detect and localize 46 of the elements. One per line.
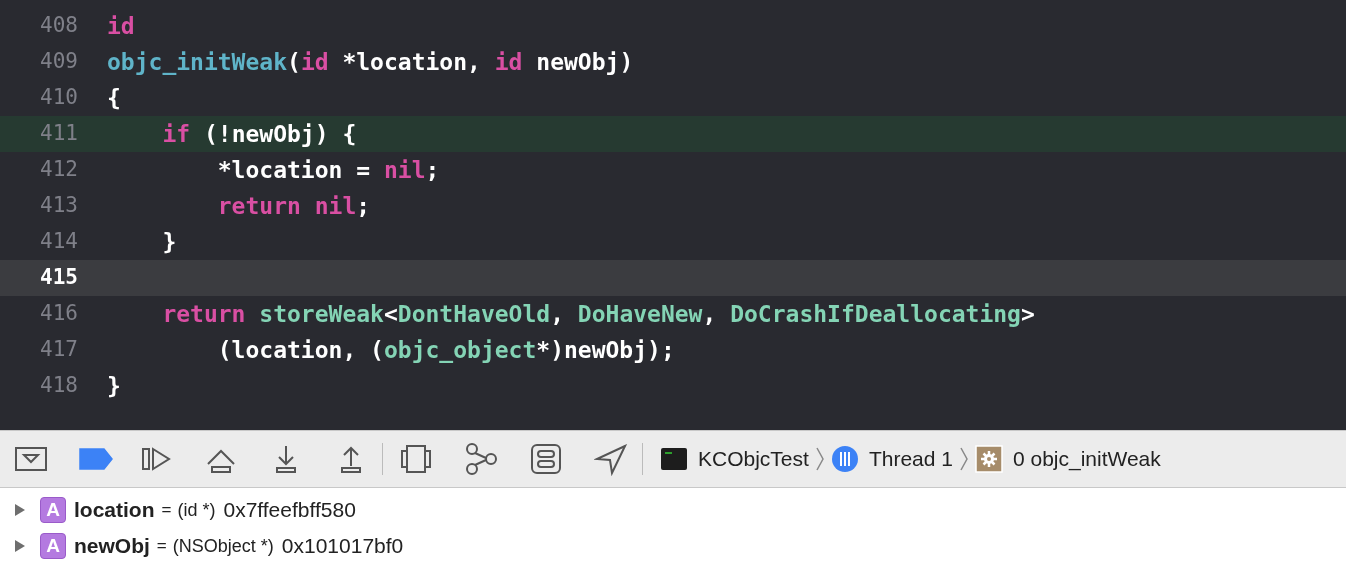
line-number: 413 bbox=[39, 192, 78, 220]
line-number: 411 bbox=[39, 120, 78, 148]
variable-value: 0x7ffeefbff580 bbox=[223, 497, 356, 524]
line-number: 412 bbox=[39, 156, 78, 184]
breadcrumb-item[interactable]: KCObjcTest bbox=[698, 443, 809, 475]
memory-graph-icon[interactable] bbox=[464, 442, 498, 476]
line-number: 408 bbox=[39, 12, 78, 40]
code-text: objc_initWeak(id *location, id newObj) bbox=[107, 47, 634, 77]
thread-icon bbox=[830, 445, 859, 473]
environment-icon[interactable] bbox=[529, 442, 563, 476]
code-text: } bbox=[161, 227, 177, 257]
variable-name: newObj bbox=[74, 533, 150, 560]
chevron-icon bbox=[814, 447, 825, 471]
line-number: 410 bbox=[39, 84, 78, 112]
disclosure-triangle-icon[interactable] bbox=[14, 503, 26, 517]
variable-kind-badge: A bbox=[40, 533, 66, 559]
code-text: { bbox=[107, 83, 121, 113]
variable-value: 0x101017bf0 bbox=[281, 533, 404, 560]
line-number: 417 bbox=[39, 336, 78, 364]
variable-kind-badge: A bbox=[40, 497, 66, 523]
code-text: if (!newObj) { bbox=[161, 119, 357, 149]
breadcrumb-item[interactable]: 0 objc_initWeak bbox=[1012, 443, 1161, 475]
line-number: 416 bbox=[39, 300, 78, 328]
equals-sign: = bbox=[161, 499, 172, 522]
variable-type: (id *) bbox=[177, 498, 216, 522]
gear-icon bbox=[974, 445, 1003, 473]
terminal-icon bbox=[660, 445, 688, 473]
code-text: *location = nil; bbox=[216, 155, 440, 185]
equals-sign: = bbox=[156, 535, 167, 558]
chevron-icon bbox=[958, 447, 969, 471]
line-number: 414 bbox=[39, 228, 78, 256]
line-number: 418 bbox=[39, 372, 78, 400]
code-text: return nil; bbox=[216, 191, 371, 221]
view-hierarchy-icon[interactable] bbox=[399, 442, 433, 476]
code-text: return storeWeak<DontHaveOld, DoHaveNew, DoCrashIfDeallocating> bbox=[161, 299, 1035, 329]
line-number: 415 bbox=[39, 264, 78, 292]
line-number: 409 bbox=[39, 48, 78, 76]
code-text: id bbox=[107, 11, 135, 41]
breakpoint-icon[interactable] bbox=[79, 448, 113, 470]
location-icon[interactable] bbox=[594, 442, 628, 476]
code-text: (location, (objc_object*)newObj); bbox=[216, 335, 675, 365]
code-text: } bbox=[107, 371, 121, 401]
variable-name: location bbox=[74, 497, 155, 524]
disclosure-triangle-icon[interactable] bbox=[14, 539, 26, 553]
breadcrumb-item[interactable]: Thread 1 bbox=[868, 443, 953, 475]
variable-type: (NSObject *) bbox=[172, 534, 274, 558]
